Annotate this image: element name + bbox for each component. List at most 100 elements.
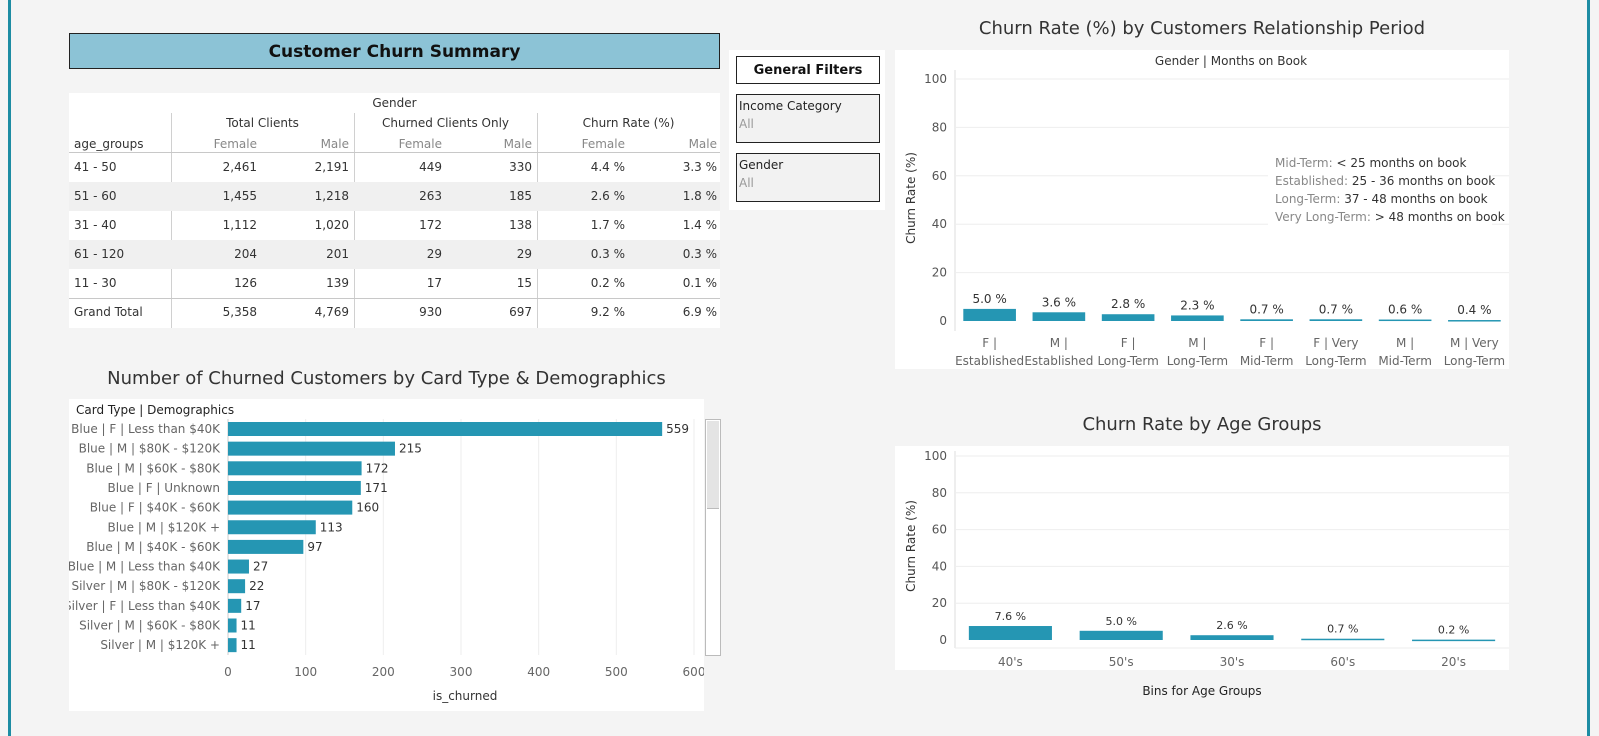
filter-value[interactable]: All [739,117,754,131]
table-cell: 1,020 [314,218,349,232]
chart-title: Churn Rate by Age Groups [1082,414,1322,435]
x-tick-label: M | [1188,336,1206,350]
bar-value-label: 0.6 % [1388,303,1422,317]
scrollbar-thumb[interactable] [707,421,719,509]
y-tick-label: Silver | M | $120K + [100,638,220,652]
x-tick-label: 500 [605,665,628,679]
x-tick-label: Mid-Term [1378,354,1432,368]
table-cell: 185 [509,189,532,203]
table-cell: 201 [326,247,349,261]
bar [1171,315,1224,321]
y-tick-label: 80 [932,120,947,134]
x-tick-label: F | Very [1313,336,1358,350]
y-tick-label: Blue | M | $60K - $80K [86,461,221,475]
x-tick-label: 50's [1109,655,1134,669]
summary-title: Customer Churn Summary [69,33,720,69]
table-cell: 17 [426,276,442,290]
x-tick-label: 400 [527,665,550,679]
bar-value-label: 2.8 % [1111,297,1145,311]
y-tick-label: 0 [939,633,947,647]
filters-title: General Filters [736,56,880,84]
summary-table: Gender Total Clients Churned Clients Onl… [69,93,720,328]
bar-value-label: 2.3 % [1180,298,1214,312]
table-cell: 0.1 % [682,276,717,290]
legend-entry: Mid-Term: < 25 months on book [1275,156,1467,170]
y-tick-label: 80 [932,486,947,500]
y-tick-label: Blue | F | $40K - $60K [90,501,221,515]
chart-header: Card Type | Demographics [76,403,234,417]
bar-value-label: 0.2 % [1438,624,1469,637]
y-tick-label: 20 [932,596,947,610]
bar-value-label: 0.4 % [1457,303,1491,317]
chart-header: Gender | Months on Book [1155,54,1307,68]
bar-value-label: 160 [356,501,379,515]
total-rule [69,298,720,299]
income-category-filter[interactable]: Income Category All [736,94,880,143]
bar [1378,319,1432,322]
bar [228,559,249,574]
y-tick-label: Blue | M | Less than $40K [69,560,221,574]
table-cell: 0.3 % [590,247,625,261]
table-cell: 1,455 [222,189,257,203]
bar-value-label: 7.6 % [995,610,1026,623]
y-tick-label: Silver | M | $80K - $120K [71,579,221,593]
bar [228,461,362,476]
y-tick-label: Silver | M | $60K - $80K [79,619,221,633]
x-tick-label: 300 [450,665,473,679]
sub-header: Male [503,137,532,151]
bar [228,638,237,653]
table-cell: 1.4 % [682,218,717,232]
x-tick-label: Mid-Term [1240,354,1294,368]
sub-header: Male [320,137,349,151]
table-cell: 1.8 % [682,189,717,203]
legend-entry: Established: 25 - 36 months on book [1275,174,1495,188]
sub-header: Female [213,137,257,151]
x-tick-label: 40's [998,655,1023,669]
x-tick-label: M | [1396,336,1414,350]
y-tick-label: Blue | M | $120K + [107,520,220,534]
x-tick-label: M | Very [1450,336,1499,350]
bar-value-label: 3.6 % [1042,295,1076,309]
bar [228,598,242,613]
relationship-period-chart: Gender | Months on Book Churn Rate (%) 0… [904,54,1509,368]
bar [1190,635,1274,640]
table-cell: 172 [419,218,442,232]
x-tick-label: M | [1050,336,1068,350]
filter-value[interactable]: All [739,176,754,190]
row-label: 41 - 50 [74,160,117,174]
y-tick-label: Blue | M | $80K - $120K [79,442,222,456]
bar-value-label: 0.7 % [1327,623,1358,636]
bar [1032,312,1086,321]
bar-value-label: 22 [249,579,264,593]
x-tick-label: F | [982,336,997,350]
group-header-rate: Churn Rate (%) [582,116,675,130]
gender-filter[interactable]: Gender All [736,153,880,202]
bar [228,520,316,535]
x-tick-label: Established [1024,354,1093,368]
bar [228,422,663,436]
gender-header: Gender [372,96,417,110]
bar [963,308,1016,321]
table-cell: 139 [326,276,349,290]
table-cell: 5,358 [222,305,257,319]
x-tick-label: 20's [1441,655,1466,669]
group-header-total: Total Clients [226,116,299,130]
bar [968,626,1052,640]
bar [1101,314,1155,321]
bar-value-label: 171 [365,481,388,495]
table-cell: 29 [426,247,442,261]
relationship-chart-panel: Gender | Months on Book Churn Rate (%) 0… [895,50,1509,369]
y-tick-label: Silver | F | Less than $40K [69,599,221,613]
bar [228,480,361,495]
bar [228,539,304,554]
card-type-chart-panel: Card Type | Demographics 0 100 200 300 400 50… [64,399,705,711]
y-tick-label: 20 [932,266,947,280]
bar-value-label: 172 [366,461,389,475]
row-header: age_groups [74,137,144,151]
bar [1448,320,1501,322]
row-label: Grand Total [74,305,143,319]
age-chart-panel: Churn Rate (%) 0 20 40 60 80 100 7.6 % 40's 5.0… [895,446,1509,670]
bar-value-label: 0.7 % [1319,302,1353,316]
row-label: 61 - 120 [74,247,125,261]
chart-scrollbar[interactable] [705,419,721,656]
